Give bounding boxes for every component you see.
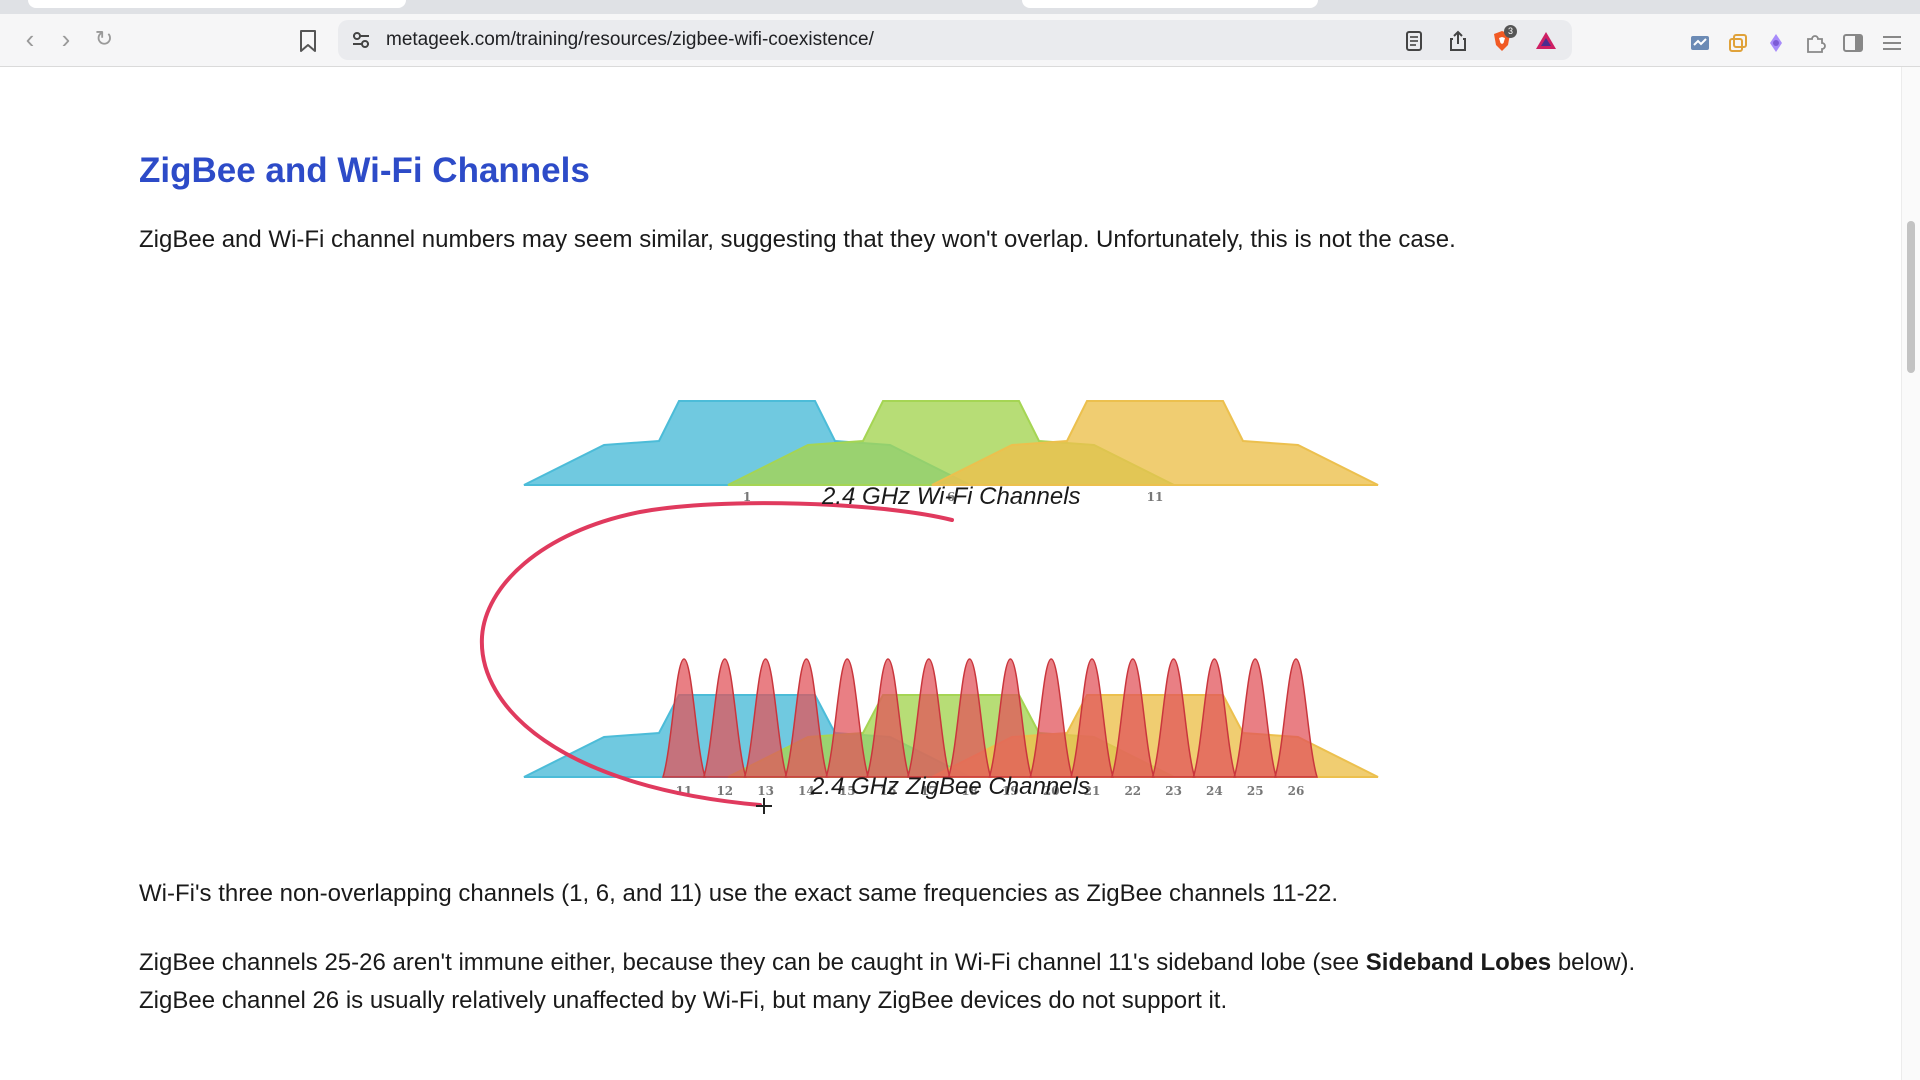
browser-toolbar: ‹ › ↻ metageek.com/training/resources/zi… xyxy=(0,14,1920,67)
crosshair-cursor-icon xyxy=(756,798,772,814)
wifi-figure-caption: 2.4 GHz Wi-Fi Channels xyxy=(822,483,1081,510)
zigbee-channel-label: 23 xyxy=(1165,784,1182,798)
overlap-paragraph: Wi-Fi's three non-overlapping channels (… xyxy=(139,880,1339,907)
extension-leo-icon[interactable] xyxy=(1764,31,1788,55)
browser-tab[interactable] xyxy=(28,0,406,8)
zigbee-channel-label: 13 xyxy=(757,784,774,798)
site-settings-icon[interactable] xyxy=(350,30,372,50)
address-bar[interactable]: metageek.com/training/resources/zigbee-w… xyxy=(338,20,1572,60)
extension-copy-icon[interactable] xyxy=(1726,31,1750,55)
share-icon[interactable] xyxy=(1446,29,1470,53)
channel-overlap-figure: 1 6 11 11 12 13 14 15 16 17 18 19 20 21 22 23 24 25 26 xyxy=(479,400,1379,814)
zigbee-channel-label: 24 xyxy=(1206,784,1223,798)
scrollbar-thumb[interactable] xyxy=(1907,221,1915,373)
menu-icon[interactable] xyxy=(1880,31,1904,55)
zigbee-channel-label: 12 xyxy=(716,784,733,798)
wifi-channel-label: 11 xyxy=(1147,490,1164,504)
extension-vpn-icon[interactable] xyxy=(1688,31,1712,55)
reload-button[interactable]: ↻ xyxy=(88,24,120,56)
zigbee-channel-label: 25 xyxy=(1247,784,1264,798)
sideband-text-start: ZigBee channels 25-26 aren't immune eith… xyxy=(139,949,1366,976)
back-button[interactable]: ‹ xyxy=(14,24,46,56)
zigbee-channel-20-peak xyxy=(1029,658,1074,778)
zigbee-channel-26-peak xyxy=(1273,658,1319,778)
sideband-text-end: below). xyxy=(1551,949,1636,976)
sideband-paragraph: ZigBee channels 25-26 aren't immune eith… xyxy=(139,944,1635,982)
extensions-puzzle-icon[interactable] xyxy=(1803,31,1827,55)
zigbee-channel-25-peak xyxy=(1233,658,1278,778)
bookmark-icon[interactable] xyxy=(296,28,320,54)
channel26-paragraph: ZigBee channel 26 is usually relatively … xyxy=(139,987,1228,1014)
vertical-scrollbar[interactable] xyxy=(1901,67,1920,1080)
zigbee-channel-label: 22 xyxy=(1124,784,1141,798)
web-page: ZigBee and Wi-Fi Channels ZigBee and Wi-… xyxy=(0,67,1902,1080)
brave-shields-icon[interactable]: 3 xyxy=(1490,25,1517,53)
shields-badge: 3 xyxy=(1504,25,1517,38)
tab-strip xyxy=(0,0,1920,14)
zigbee-figure-caption: 2.4 GHz ZigBee Channels xyxy=(811,773,1090,800)
reader-mode-icon[interactable] xyxy=(1402,29,1426,53)
brave-rewards-icon[interactable] xyxy=(1534,29,1558,53)
sideband-lobes-link[interactable]: Sideband Lobes xyxy=(1366,949,1551,976)
url-text[interactable]: metageek.com/training/resources/zigbee-w… xyxy=(386,20,874,60)
sidebar-toggle-icon[interactable] xyxy=(1841,31,1865,55)
forward-button[interactable]: › xyxy=(50,24,82,56)
zigbee-channel-15-peak xyxy=(825,658,870,778)
zigbee-channel-label: 26 xyxy=(1288,784,1305,798)
browser-tab-active[interactable] xyxy=(1022,0,1318,8)
